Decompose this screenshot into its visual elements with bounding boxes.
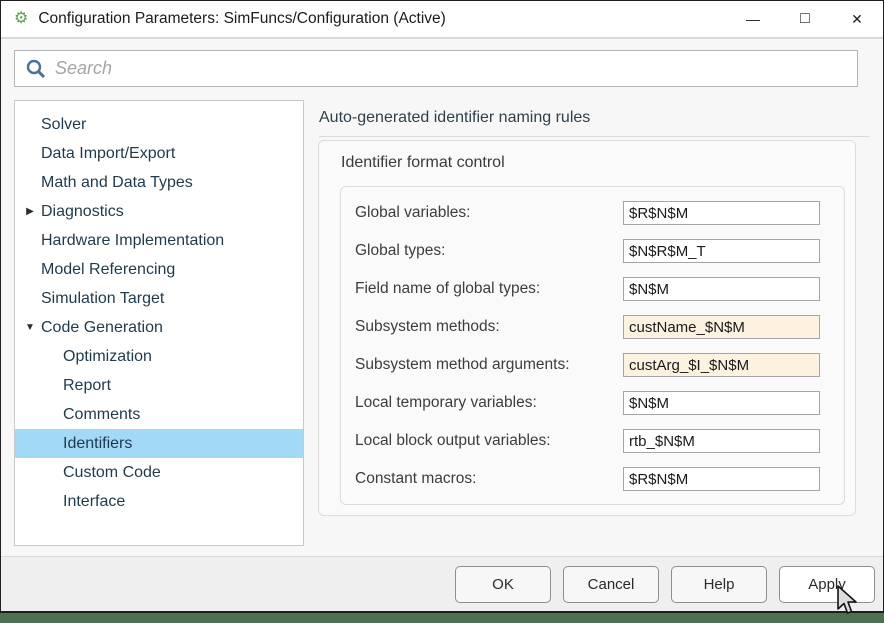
global-variables-input[interactable]: [623, 201, 820, 225]
sidebar-item-code-generation[interactable]: ▼ Code Generation: [15, 313, 303, 342]
local-block-output-variables-input[interactable]: [623, 429, 820, 453]
collapsed-arrow-icon[interactable]: ▶: [22, 197, 38, 226]
global-variables-label: Global variables:: [355, 204, 470, 222]
field-name-global-types-label: Field name of global types:: [355, 280, 540, 298]
configuration-parameters-dialog: ⚙ Configuration Parameters: SimFuncs/Con…: [0, 0, 884, 613]
sidebar-item-hardware-implementation[interactable]: Hardware Implementation: [15, 226, 303, 255]
page-title: Auto-generated identifier naming rules: [319, 109, 869, 137]
window-title: Configuration Parameters: SimFuncs/Confi…: [38, 10, 445, 28]
local-temporary-variables-label: Local temporary variables:: [355, 394, 537, 412]
subsystem-method-arguments-row: Subsystem method arguments:: [355, 353, 820, 377]
sidebar-item-data-import-export[interactable]: Data Import/Export: [15, 139, 303, 168]
identifier-fields-box: Global variables: Global types: Field na…: [340, 186, 845, 505]
local-temporary-variables-row: Local temporary variables:: [355, 391, 820, 415]
subsystem-methods-input[interactable]: [623, 315, 820, 339]
sidebar-item-optimization[interactable]: Optimization: [15, 342, 303, 371]
local-block-output-variables-row: Local block output variables:: [355, 429, 820, 453]
cancel-button[interactable]: Cancel: [563, 566, 659, 603]
field-name-global-types-row: Field name of global types:: [355, 277, 820, 301]
local-block-output-variables-label: Local block output variables:: [355, 432, 551, 450]
search-input[interactable]: [55, 51, 857, 86]
constant-macros-input[interactable]: [623, 467, 820, 491]
expanded-arrow-icon[interactable]: ▼: [22, 313, 38, 342]
global-variables-row: Global variables:: [355, 201, 820, 225]
global-types-row: Global types:: [355, 239, 820, 263]
search-bar: [14, 50, 858, 87]
subsystem-method-arguments-label: Subsystem method arguments:: [355, 356, 570, 374]
constant-macros-row: Constant macros:: [355, 467, 820, 491]
settings-tree: Solver Data Import/Export Math and Data …: [14, 100, 304, 546]
sidebar-item-report[interactable]: Report: [15, 371, 303, 400]
subsystem-methods-row: Subsystem methods:: [355, 315, 820, 339]
sidebar-item-model-referencing[interactable]: Model Referencing: [15, 255, 303, 284]
identifier-format-control-group: Identifier format control Global variabl…: [318, 140, 856, 516]
field-name-global-types-input[interactable]: [623, 277, 820, 301]
mouse-cursor-icon: [836, 585, 862, 622]
minimize-button[interactable]: —: [727, 1, 779, 37]
sidebar-item-math-and-data-types[interactable]: Math and Data Types: [15, 168, 303, 197]
subsystem-method-arguments-input[interactable]: [623, 353, 820, 377]
title-bar: ⚙ Configuration Parameters: SimFuncs/Con…: [1, 1, 883, 39]
sidebar-item-simulation-target[interactable]: Simulation Target: [15, 284, 303, 313]
subsystem-methods-label: Subsystem methods:: [355, 318, 500, 336]
global-types-input[interactable]: [623, 239, 820, 263]
close-button[interactable]: ✕: [831, 1, 883, 37]
local-temporary-variables-input[interactable]: [623, 391, 820, 415]
sidebar-item-diagnostics[interactable]: ▶ Diagnostics: [15, 197, 303, 226]
search-icon: [25, 58, 47, 80]
ok-button[interactable]: OK: [455, 566, 551, 603]
section-title: Identifier format control: [341, 154, 855, 172]
sidebar-item-solver[interactable]: Solver: [15, 110, 303, 139]
global-types-label: Global types:: [355, 242, 445, 260]
constant-macros-label: Constant macros:: [355, 470, 476, 488]
sidebar-item-interface[interactable]: Interface: [15, 487, 303, 516]
sidebar-item-comments[interactable]: Comments: [15, 400, 303, 429]
sidebar-item-identifiers[interactable]: Identifiers: [15, 429, 303, 458]
maximize-button[interactable]: □: [779, 1, 831, 37]
window-controls: — □ ✕: [727, 1, 883, 37]
simulink-config-gear-icon: ⚙: [14, 11, 28, 27]
sidebar-item-custom-code[interactable]: Custom Code: [15, 458, 303, 487]
dialog-button-bar: OK Cancel Help Apply: [1, 556, 883, 611]
help-button[interactable]: Help: [671, 566, 767, 603]
